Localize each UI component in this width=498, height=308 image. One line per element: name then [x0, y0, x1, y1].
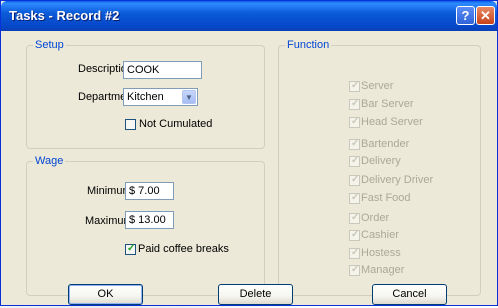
- check-icon: ✓: [127, 243, 136, 254]
- check-icon: ✓: [351, 155, 360, 166]
- function-checkbox[interactable]: ✓: [349, 80, 360, 92]
- function-label: Delivery: [361, 155, 401, 167]
- check-icon: ✓: [351, 174, 360, 185]
- function-title: Function: [285, 39, 332, 51]
- delete-button[interactable]: Delete: [218, 284, 293, 305]
- tasks-dialog: Tasks - Record #2 ? ✕ Setup Description …: [0, 0, 498, 306]
- function-checkbox[interactable]: ✓: [349, 212, 360, 224]
- dialog-body: Setup Description Department Kitchen ▼ N…: [4, 31, 494, 305]
- setup-title: Setup: [33, 39, 66, 51]
- check-icon: ✓: [351, 247, 360, 258]
- function-label: Order: [361, 212, 390, 224]
- function-label: Hostess: [361, 247, 401, 259]
- function-group: Function ✓ Server ✓ Bar Server ✓ Head Server ✓…: [278, 39, 481, 296]
- function-checkbox[interactable]: ✓: [349, 229, 360, 241]
- chevron-down-icon[interactable]: ▼: [182, 90, 196, 104]
- function-label: Delivery Driver: [361, 174, 434, 186]
- function-checkbox[interactable]: ✓: [349, 247, 360, 259]
- not-cumulated-label: Not Cumulated: [139, 118, 213, 130]
- function-label: Cashier: [361, 229, 399, 241]
- maximum-field[interactable]: [125, 211, 174, 229]
- function-label: Fast Food: [361, 192, 411, 204]
- function-label: Bartender: [361, 138, 410, 150]
- check-icon: ✓: [351, 192, 360, 203]
- not-cumulated-checkbox[interactable]: [125, 119, 136, 130]
- function-checkbox[interactable]: ✓: [349, 98, 360, 110]
- close-button[interactable]: ✕: [476, 6, 495, 25]
- check-icon: ✓: [351, 80, 360, 91]
- function-checkbox[interactable]: ✓: [349, 116, 360, 128]
- function-label: Manager: [361, 264, 405, 276]
- paid-breaks-label: Paid coffee breaks: [138, 243, 229, 255]
- check-icon: ✓: [351, 229, 360, 240]
- window-title: Tasks - Record #2: [9, 8, 120, 23]
- function-checkbox[interactable]: ✓: [349, 264, 360, 276]
- function-checkbox[interactable]: ✓: [349, 155, 360, 167]
- check-icon: ✓: [351, 264, 360, 275]
- paid-breaks-checkbox[interactable]: ✓: [125, 243, 136, 255]
- check-icon: ✓: [351, 98, 360, 109]
- department-select[interactable]: Kitchen ▼: [123, 88, 198, 106]
- function-label: Head Server: [361, 116, 423, 128]
- check-icon: ✓: [351, 138, 360, 149]
- function-checkbox[interactable]: ✓: [349, 192, 360, 204]
- function-checkbox[interactable]: ✓: [349, 138, 360, 150]
- title-bar: Tasks - Record #2 ? ✕: [1, 1, 497, 31]
- check-icon: ✓: [351, 212, 360, 223]
- check-icon: ✓: [351, 116, 360, 127]
- help-button[interactable]: ?: [456, 6, 475, 25]
- description-field[interactable]: [123, 61, 202, 79]
- department-value: Kitchen: [127, 91, 164, 103]
- wage-title: Wage: [33, 155, 66, 167]
- function-checkbox[interactable]: ✓: [349, 174, 360, 186]
- setup-group: Setup Description Department Kitchen ▼ N…: [26, 39, 265, 149]
- ok-button[interactable]: OK: [68, 284, 143, 305]
- function-label: Bar Server: [361, 98, 414, 110]
- function-label: Server: [361, 80, 394, 92]
- cancel-button[interactable]: Cancel: [372, 284, 447, 305]
- minimum-field[interactable]: [125, 182, 174, 200]
- wage-group: Wage Minimum Maximum ✓ Paid coffee break…: [26, 155, 265, 296]
